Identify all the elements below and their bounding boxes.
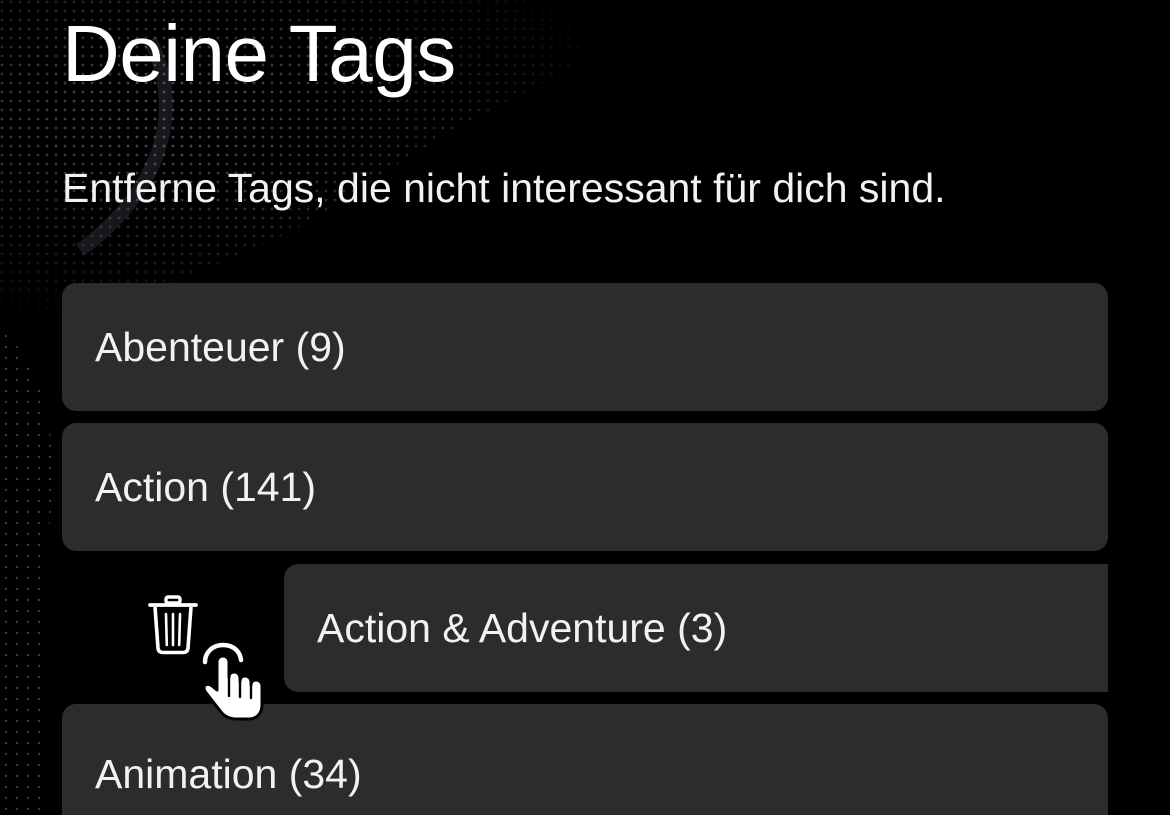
tag-label: Animation (34) <box>95 750 362 797</box>
tag-label: Abenteuer (9) <box>95 323 346 370</box>
tag-row-action-adventure[interactable]: Action & Adventure (3) <box>284 564 1108 692</box>
tag-row-animation[interactable]: Animation (34) <box>62 704 1108 815</box>
tag-label: Action & Adventure (3) <box>317 604 728 651</box>
tag-row-abenteuer[interactable]: Abenteuer (9) <box>62 283 1108 411</box>
trash-icon[interactable] <box>147 594 199 656</box>
tag-list: Abenteuer (9) Action (141) Action & Adve… <box>0 0 1170 815</box>
tag-row-action[interactable]: Action (141) <box>62 423 1108 551</box>
tag-label: Action (141) <box>95 463 317 510</box>
